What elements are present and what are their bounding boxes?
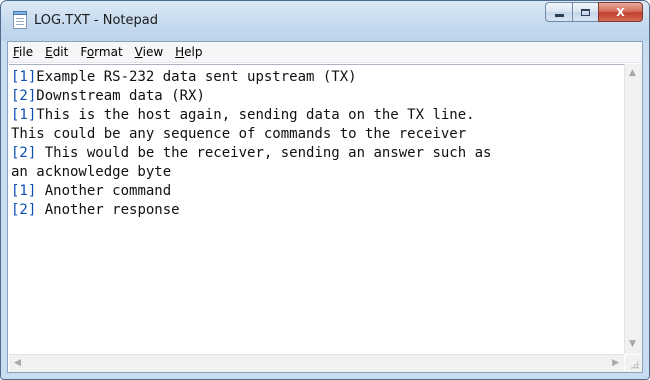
menu-edit[interactable]: Edit (39, 42, 74, 62)
resize-grip-icon[interactable] (625, 355, 642, 372)
text-line: an acknowledge byte (11, 163, 624, 182)
title-bar[interactable]: LOG.TXT - Notepad X (1, 1, 649, 41)
scroll-left-icon[interactable]: ◀ (14, 359, 21, 368)
caption-buttons: X (545, 2, 643, 22)
vertical-scrollbar[interactable]: ▲ ▼ (624, 64, 642, 354)
text-line: [2] Another response (11, 201, 624, 220)
close-icon: X (616, 5, 625, 19)
maximize-icon (581, 8, 590, 16)
menu-help-accelerator: H (175, 45, 185, 59)
line-text: This could be any sequence of commands t… (11, 126, 467, 142)
close-button[interactable]: X (598, 2, 643, 22)
notepad-icon[interactable] (13, 11, 27, 29)
text-line: [1]This is the host again, sending data … (11, 106, 624, 125)
client-area: File Edit Format View Help [1]Example RS… (7, 41, 643, 373)
menu-help-label: elp (184, 45, 203, 59)
minimize-button[interactable] (545, 2, 572, 22)
line-text: Downstream data (RX) (36, 88, 205, 104)
menu-edit-accelerator: E (45, 45, 53, 59)
text-line: [2]Downstream data (RX) (11, 87, 624, 106)
notepad-window: LOG.TXT - Notepad X File Edit Format Vie… (0, 0, 650, 380)
scroll-right-icon[interactable]: ▶ (612, 359, 619, 368)
line-tag: [2] (11, 202, 37, 218)
menu-view-label: iew (142, 45, 164, 59)
line-tag: [1] (11, 69, 37, 85)
line-tag: [1] (11, 183, 37, 199)
line-text: This is the host again, sending data on … (36, 107, 475, 123)
menu-format[interactable]: Format (74, 42, 128, 62)
line-tag: [2] (11, 88, 37, 104)
menu-edit-label: dit (52, 45, 69, 59)
line-tag: [1] (11, 107, 37, 123)
menu-file-label: ile (19, 45, 34, 59)
menu-bar: File Edit Format View Help (8, 42, 642, 63)
text-line: [1]Example RS-232 data sent upstream (TX… (11, 68, 624, 87)
line-text: Example RS-232 data sent upstream (TX) (36, 69, 357, 85)
scroll-up-icon[interactable]: ▲ (629, 69, 636, 78)
line-text: This would be the receiver, sending an a… (36, 145, 492, 161)
menu-file[interactable]: File (8, 42, 39, 62)
scroll-down-icon[interactable]: ▼ (629, 340, 636, 349)
minimize-icon (554, 13, 564, 17)
maximize-button[interactable] (572, 2, 598, 22)
line-tag: [2] (11, 145, 37, 161)
text-line: [1] Another command (11, 182, 624, 201)
menu-view[interactable]: View (129, 42, 169, 62)
menu-help[interactable]: Help (169, 42, 208, 62)
line-text: Another command (36, 183, 172, 199)
window-title: LOG.TXT - Notepad (34, 13, 158, 28)
text-editor[interactable]: [1]Example RS-232 data sent upstream (TX… (9, 64, 624, 354)
text-line: [2] This would be the receiver, sending … (11, 144, 624, 163)
line-text: an acknowledge byte (11, 164, 172, 180)
menu-view-accelerator: V (134, 45, 143, 59)
text-line: This could be any sequence of commands t… (11, 125, 624, 144)
line-text: Another response (36, 202, 180, 218)
menu-format-label: rmat (94, 45, 123, 59)
horizontal-scrollbar[interactable]: ◀ ▶ (9, 354, 624, 372)
